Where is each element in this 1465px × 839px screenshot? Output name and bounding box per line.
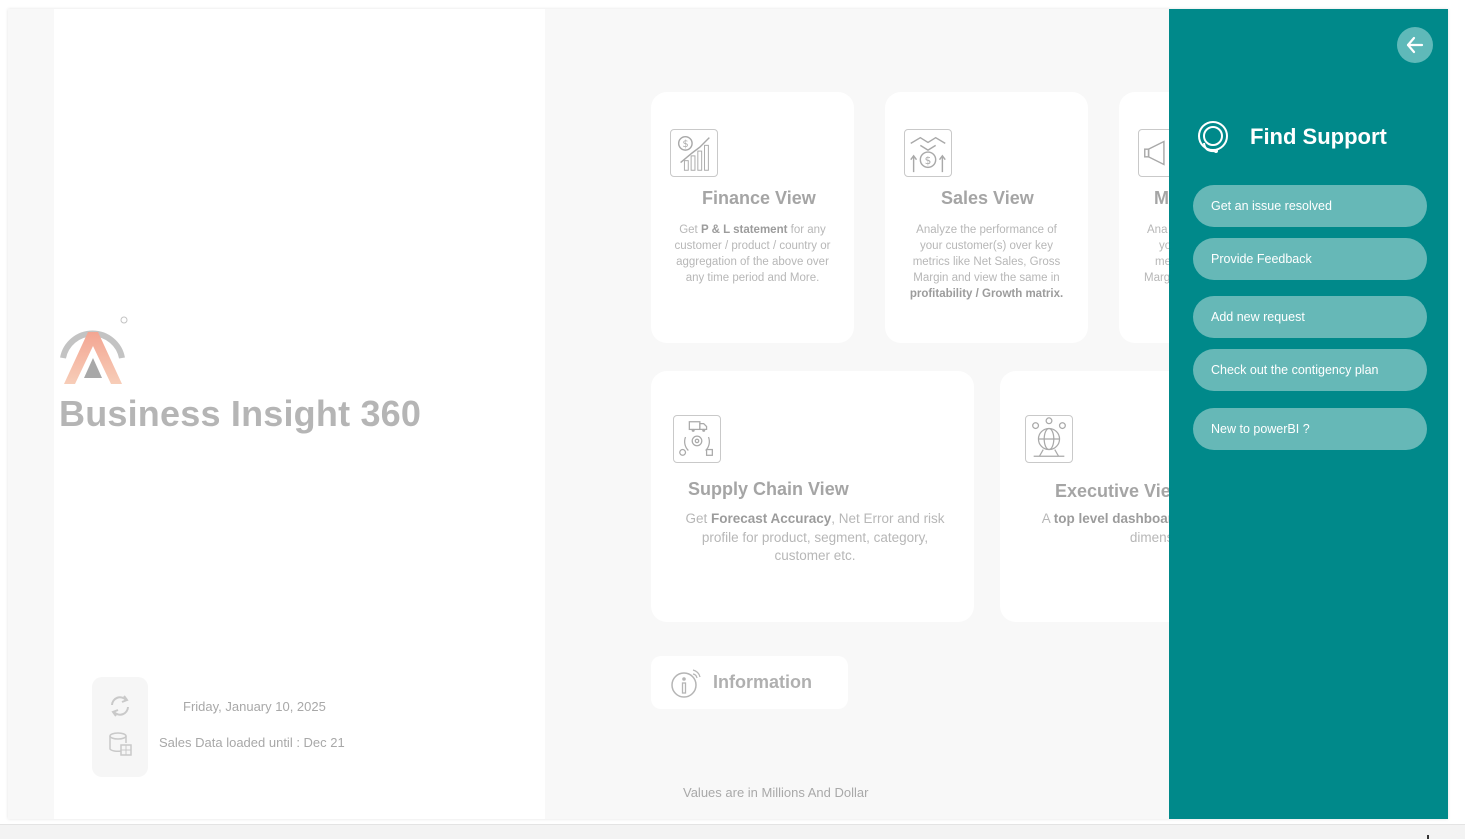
information-button[interactable]: Information bbox=[651, 656, 848, 709]
truck-gear-icon bbox=[673, 415, 721, 463]
supply-chain-view-description: Get Forecast Accuracy, Net Error and ris… bbox=[685, 511, 945, 563]
back-button[interactable] bbox=[1397, 27, 1433, 63]
database-icon bbox=[109, 732, 132, 756]
marketing-view-title: M bbox=[1154, 188, 1169, 208]
scroll-marker bbox=[1427, 835, 1429, 839]
finance-view-description: Get P & L statement for any customer / p… bbox=[674, 224, 831, 284]
find-support-title: Find Support bbox=[1250, 124, 1387, 149]
app-title: Business Insight 360 bbox=[59, 393, 422, 434]
handshake-dollar-icon: $ bbox=[904, 129, 952, 177]
sales-view-description: Analyze the performance of your customer… bbox=[909, 224, 1064, 300]
sales-view-title: Sales View bbox=[941, 188, 1034, 208]
finance-chart-icon: $ bbox=[670, 129, 718, 177]
svg-text:$: $ bbox=[683, 139, 689, 150]
svg-text:$: $ bbox=[925, 155, 932, 167]
new-to-powerbi-button[interactable]: New to powerBI ? bbox=[1193, 408, 1427, 450]
add-new-request-button[interactable]: Add new request bbox=[1193, 296, 1427, 338]
data-loaded-status: Sales Data loaded until : Dec 21 bbox=[159, 735, 345, 750]
contingency-plan-button[interactable]: Check out the contigency plan bbox=[1193, 349, 1427, 391]
supply-chain-view-card[interactable]: Supply Chain View Get Forecast Accuracy,… bbox=[651, 371, 974, 622]
finance-view-card[interactable]: $ Finance View Get P & L statement for a… bbox=[651, 92, 854, 343]
globe-network-icon bbox=[1025, 415, 1073, 463]
finance-view-title: Finance View bbox=[702, 188, 816, 208]
arrow-left-icon bbox=[1406, 36, 1424, 54]
current-date: Friday, January 10, 2025 bbox=[183, 699, 326, 714]
status-panel bbox=[92, 677, 148, 777]
provide-feedback-button[interactable]: Provide Feedback bbox=[1193, 238, 1427, 280]
units-note: Values are in Millions And Dollar bbox=[683, 785, 869, 800]
information-label: Information bbox=[713, 672, 812, 692]
bottom-scrollbar[interactable] bbox=[0, 824, 1465, 839]
get-issue-resolved-button[interactable]: Get an issue resolved bbox=[1193, 185, 1427, 227]
sales-view-card[interactable]: $ Sales View Analyze the performance of … bbox=[885, 92, 1088, 343]
find-support-panel: Find Support Get an issue resolved Provi… bbox=[1169, 9, 1448, 819]
supply-chain-view-title: Supply Chain View bbox=[688, 479, 849, 499]
executive-view-title: Executive View bbox=[1055, 481, 1185, 501]
company-logo bbox=[60, 316, 128, 384]
refresh-icon[interactable] bbox=[107, 693, 133, 719]
info-icon bbox=[671, 669, 701, 698]
headset-icon bbox=[1198, 121, 1228, 153]
